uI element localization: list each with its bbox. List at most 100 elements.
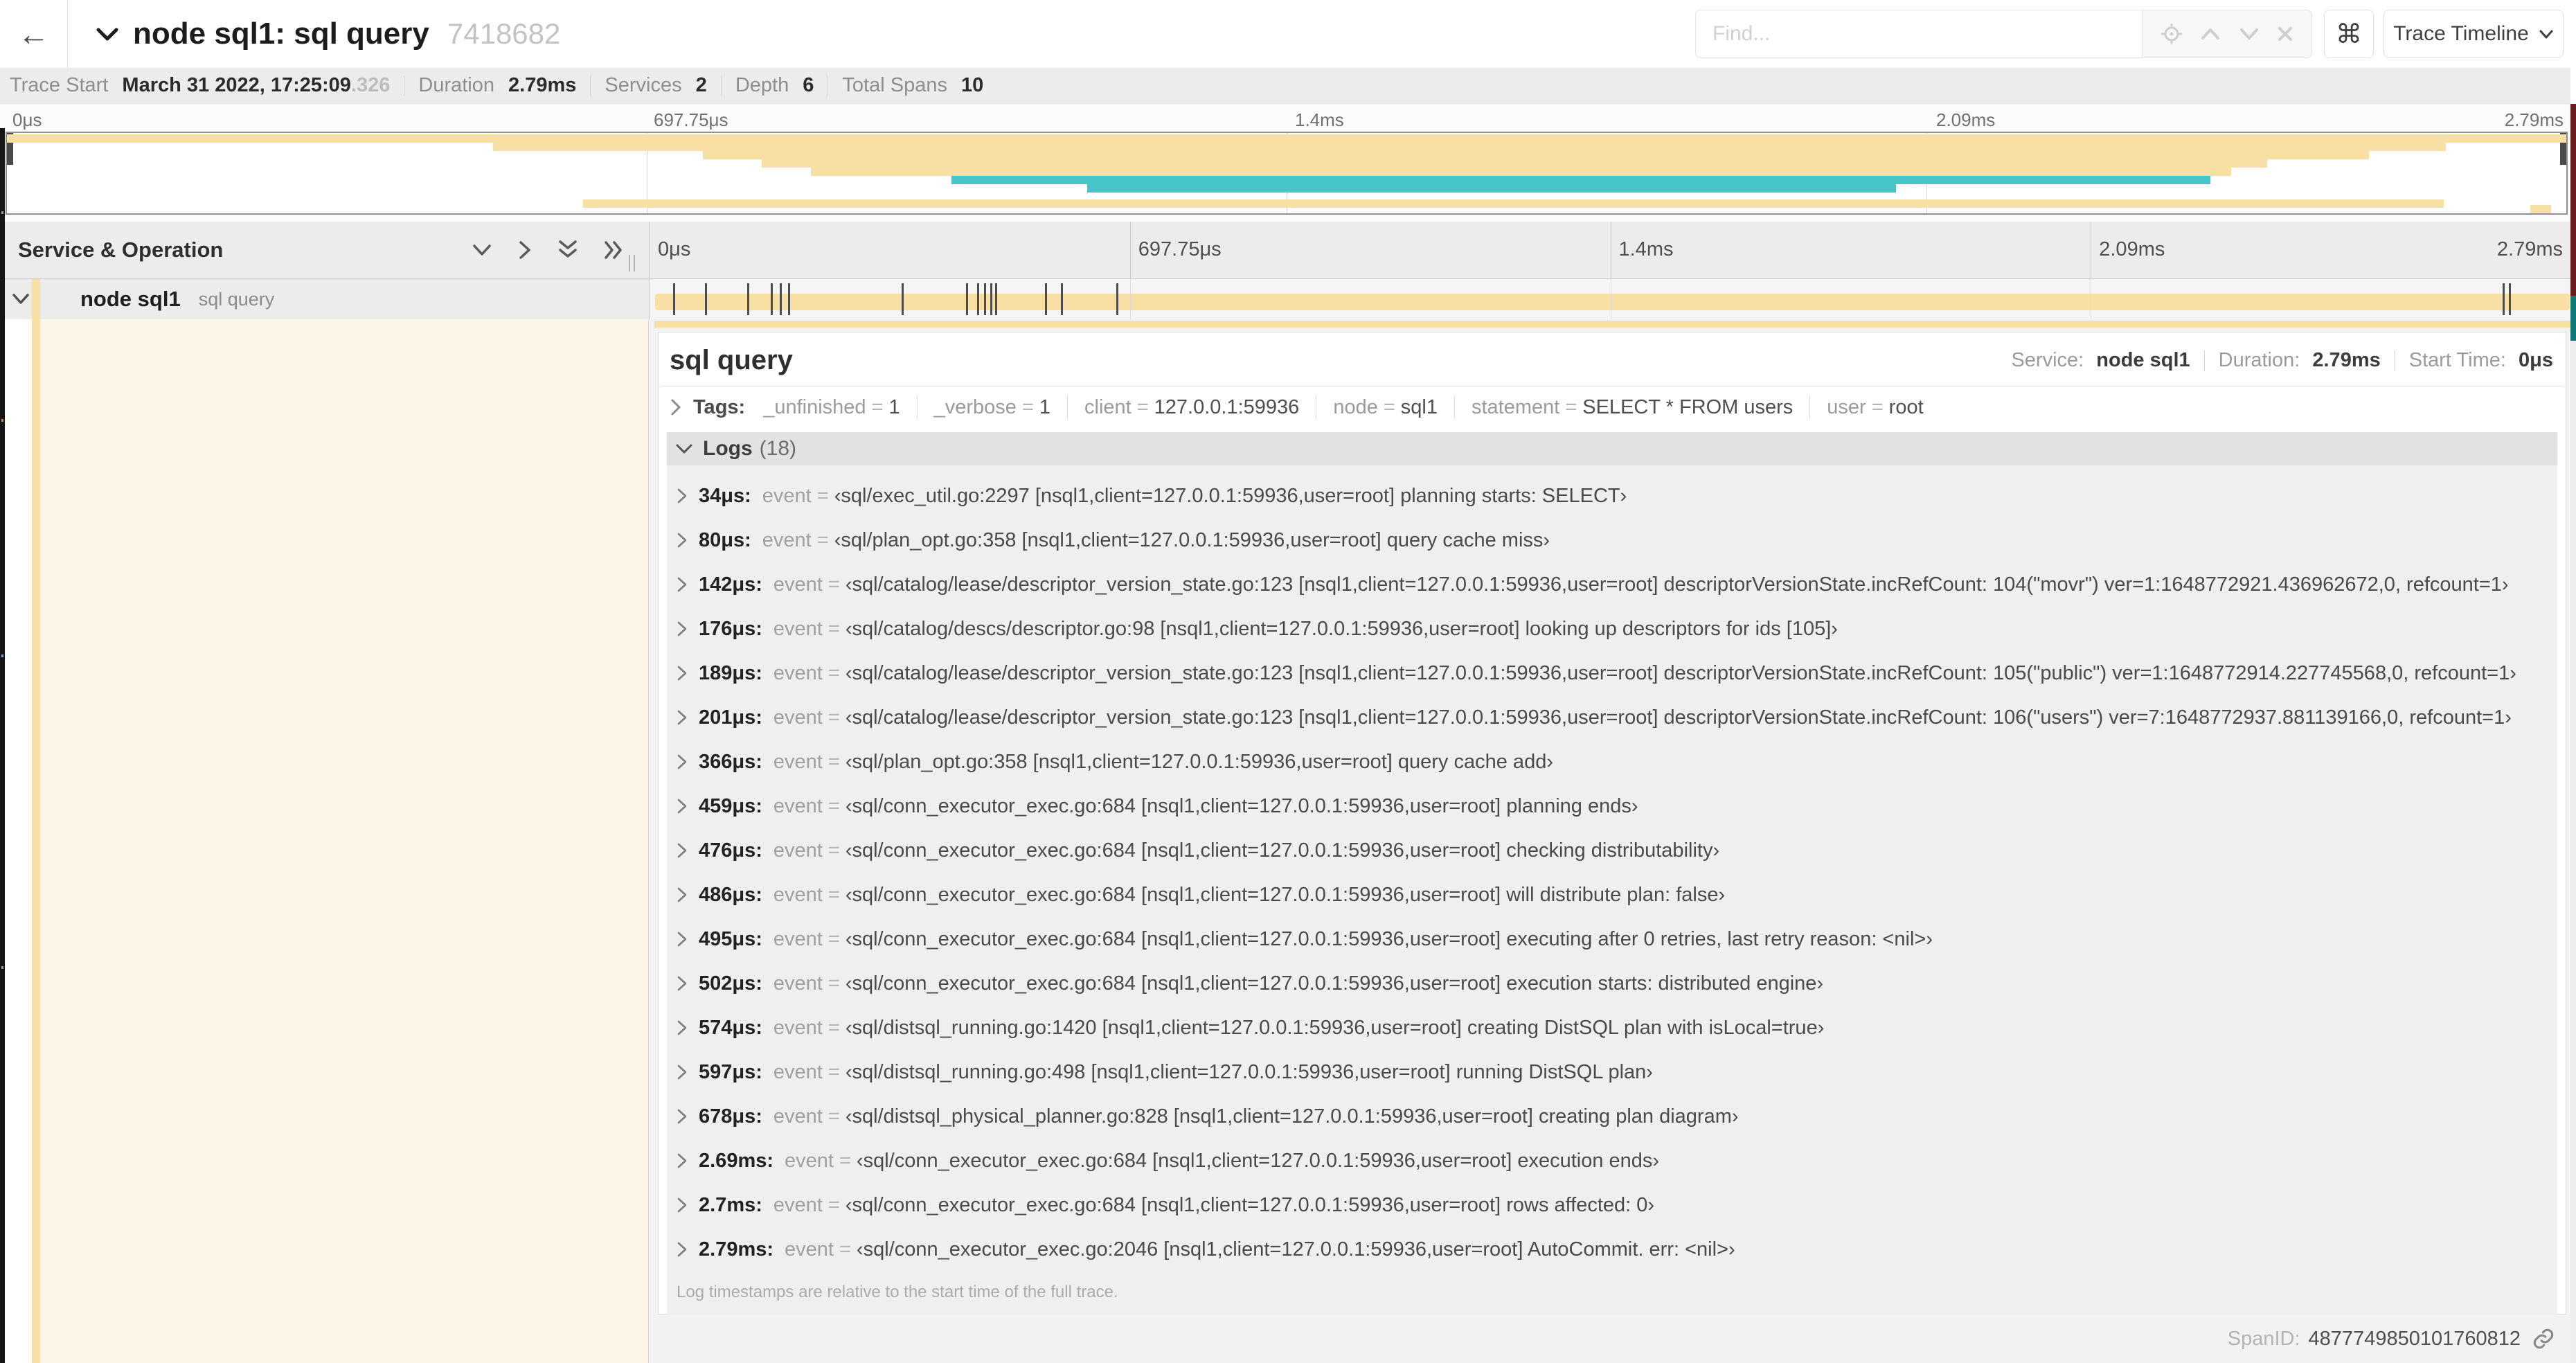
log-entry-row[interactable]: 176μs: event = ‹sql/catalog/descs/descripto… [667, 607, 2557, 651]
log-chevron-right-icon[interactable] [677, 931, 688, 947]
log-chevron-right-icon[interactable] [677, 488, 688, 504]
log-entry-row[interactable]: 502μs: event = ‹sql/conn_executor_exec.go:6… [667, 961, 2557, 1006]
tags-accordian[interactable]: Tags: _unfinished = 1 _verbose = 1 client = 127.… [659, 386, 2566, 428]
log-chevron-right-icon[interactable] [677, 532, 688, 549]
logs-header[interactable]: Logs (18) [667, 432, 2557, 465]
tag-key: _verbose [933, 395, 1017, 418]
trace-view-selector[interactable]: Trace Timeline [2383, 10, 2564, 58]
span-service-name: node sql1 [80, 287, 181, 311]
locate-icon[interactable] [2161, 23, 2183, 45]
log-chevron-right-icon[interactable] [677, 975, 688, 992]
equals-sign: = [828, 617, 840, 640]
log-event-value: ‹sql/conn_executor_exec.go:684 [nsql1,cl… [845, 927, 1933, 950]
logs-title: Logs [703, 437, 753, 460]
chevron-down-icon [2539, 29, 2554, 39]
log-marker-tick[interactable] [965, 283, 968, 315]
find-next-icon[interactable] [2239, 27, 2260, 41]
log-marker-tick[interactable] [771, 283, 773, 315]
span-duration-bar[interactable] [655, 294, 2570, 310]
deep-link-icon[interactable] [2532, 1327, 2555, 1351]
log-chevron-right-icon[interactable] [677, 709, 688, 726]
expand-one-chevron-right-icon[interactable] [517, 240, 533, 260]
log-chevron-right-icon[interactable] [677, 1152, 688, 1169]
log-chevron-right-icon[interactable] [677, 754, 688, 770]
log-marker-tick[interactable] [902, 283, 904, 315]
log-marker-tick[interactable] [672, 283, 675, 315]
log-entry-row[interactable]: 678μs: event = ‹sql/distsql_physical_planne… [667, 1094, 2557, 1139]
log-timestamp: 189μs: [699, 661, 762, 684]
find-input[interactable] [1695, 10, 2142, 58]
timeline-axis-header: 0μs 697.75μs 1.4ms 2.09ms 2.79ms [649, 222, 2571, 278]
log-entry-row[interactable]: 495μs: event = ‹sql/conn_executor_exec.go:6… [667, 917, 2557, 961]
collapse-trace-chevron-icon[interactable] [96, 26, 119, 42]
log-marker-tick[interactable] [984, 283, 987, 315]
log-entry-row[interactable]: 476μs: event = ‹sql/conn_executor_exec.go:6… [667, 828, 2557, 873]
log-marker-tick[interactable] [977, 283, 980, 315]
log-chevron-right-icon[interactable] [677, 842, 688, 859]
collapse-all-double-chevron-down-icon[interactable] [557, 239, 578, 261]
log-entry-row[interactable]: 34μs: event = ‹sql/exec_util.go:2297 [nsql1… [667, 474, 2557, 518]
clear-find-icon[interactable] [2277, 26, 2293, 42]
log-chevron-right-icon[interactable] [677, 1019, 688, 1036]
log-marker-tick[interactable] [2509, 283, 2512, 315]
log-field-key: event [762, 528, 812, 551]
log-field-key: event [773, 794, 823, 817]
collapse-one-chevron-down-icon[interactable] [472, 242, 492, 258]
expand-all-double-chevron-right-icon[interactable] [603, 240, 625, 260]
keyboard-shortcuts-button[interactable]: ⌘ [2324, 10, 2374, 58]
equals-sign: = [1021, 395, 1034, 418]
back-button[interactable]: ← [0, 0, 68, 68]
minimap-span-bar [762, 159, 2267, 168]
log-entry-row[interactable]: 459μs: event = ‹sql/conn_executor_exec.go:6… [667, 784, 2557, 828]
equals-sign: = [828, 750, 840, 773]
column-resizer-handle[interactable] [629, 255, 635, 271]
find-prev-icon[interactable] [2200, 27, 2221, 41]
log-entry-row[interactable]: 2.79ms: event = ‹sql/conn_executor_exec.go:… [667, 1227, 2557, 1272]
minimap-canvas[interactable] [6, 132, 2568, 215]
log-chevron-right-icon[interactable] [677, 1064, 688, 1080]
back-arrow-icon: ← [17, 16, 50, 52]
log-chevron-right-icon[interactable] [677, 621, 688, 637]
log-marker-tick[interactable] [704, 283, 707, 315]
log-entry-row[interactable]: 597μs: event = ‹sql/distsql_running.go:498 … [667, 1050, 2557, 1094]
log-chevron-right-icon[interactable] [677, 798, 688, 814]
log-chevron-right-icon[interactable] [677, 887, 688, 903]
log-entry-row[interactable]: 201μs: event = ‹sql/catalog/lease/descripto… [667, 695, 2557, 740]
log-chevron-right-icon[interactable] [677, 576, 688, 593]
log-entry-row[interactable]: 2.7ms: event = ‹sql/conn_executor_exec.go:6… [667, 1183, 2557, 1227]
log-marker-tick[interactable] [1060, 283, 1063, 315]
log-marker-tick[interactable] [990, 283, 993, 315]
minimap-axis-label: 1.4ms [1295, 109, 1344, 130]
log-timestamp: 2.69ms: [699, 1149, 774, 1172]
log-entry-row[interactable]: 574μs: event = ‹sql/distsql_running.go:1420… [667, 1006, 2557, 1050]
log-entry-row[interactable]: 189μs: event = ‹sql/catalog/lease/descripto… [667, 651, 2557, 695]
log-marker-tick[interactable] [779, 283, 782, 315]
log-entry-row[interactable]: 2.69ms: event = ‹sql/conn_executor_exec.go:… [667, 1139, 2557, 1183]
log-marker-tick[interactable] [1116, 283, 1119, 315]
overview-item: Start Time: 0μs [2409, 349, 2553, 372]
log-chevron-right-icon[interactable] [677, 1197, 688, 1213]
minimap-axis-label: 697.75μs [654, 109, 728, 130]
log-entry-row[interactable]: 80μs: event = ‹sql/plan_opt.go:358 [nsql1,c… [667, 518, 2557, 562]
log-chevron-right-icon[interactable] [677, 1241, 688, 1258]
log-entry-row[interactable]: 366μs: event = ‹sql/plan_opt.go:358 [nsql1,… [667, 740, 2557, 784]
log-event-value: ‹sql/plan_opt.go:358 [nsql1,client=127.0… [834, 528, 1550, 551]
span-row-name-cell[interactable]: node sql1 sql query [0, 279, 649, 319]
top-bar: ← node sql1: sql query 7418682 Find... ⌘… [0, 0, 2576, 69]
log-chevron-right-icon[interactable] [677, 665, 688, 682]
log-marker-tick[interactable] [747, 283, 750, 315]
log-marker-tick[interactable] [2502, 283, 2505, 315]
minimap-axis-label: 0μs [12, 109, 42, 130]
log-marker-tick[interactable] [1044, 283, 1047, 315]
collapse-controls [472, 239, 625, 261]
log-marker-tick[interactable] [995, 283, 998, 315]
span-collapse-chevron-icon[interactable] [11, 292, 30, 306]
tag-key: user [1827, 395, 1866, 418]
trace-stat-suffix: .326 [350, 74, 391, 96]
log-entry-row[interactable]: 142μs: event = ‹sql/catalog/lease/descripto… [667, 562, 2557, 607]
log-entry-row[interactable]: 486μs: event = ‹sql/conn_executor_exec.go:6… [667, 873, 2557, 917]
span-detail-panel: sql query Service: node sql1 Duration: 2.… [658, 332, 2566, 1315]
log-timestamp: 574μs: [699, 1016, 762, 1039]
log-chevron-right-icon[interactable] [677, 1108, 688, 1125]
log-marker-tick[interactable] [787, 283, 790, 315]
